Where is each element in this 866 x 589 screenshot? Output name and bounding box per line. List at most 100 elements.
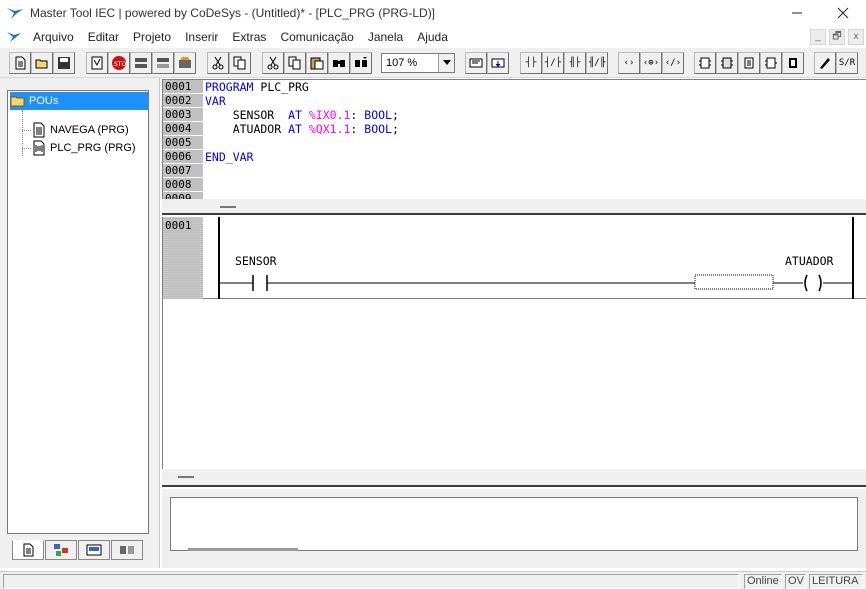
ladder-editor[interactable]: 0001 SENSOR ATUADOR [162,217,866,469]
menu-extras[interactable]: Extras [225,26,273,48]
window-title: Master Tool IEC | powered by CoDeSys - (… [30,6,436,20]
insert-button[interactable] [487,52,509,74]
tree-root-label: POUs [29,95,59,107]
menu-inserir[interactable]: Inserir [178,26,225,48]
cut-button-2[interactable] [262,52,284,74]
code-line[interactable]: ATUADOR AT %QX1.1: BOOL; [205,122,399,136]
box-en-button[interactable] [716,52,738,74]
new-file-button[interactable] [9,52,31,74]
document-window-icon[interactable] [6,29,22,45]
paste-button[interactable] [306,52,328,74]
code-token: END_VAR [205,150,254,164]
tree-connector [22,110,23,156]
jump-button[interactable]: ‹› [618,52,640,74]
output-splitter[interactable] [162,469,866,487]
tree-root-pous[interactable]: POUs [10,92,148,110]
tab-visualizations[interactable] [78,540,110,560]
splitter-grip [220,206,236,208]
login-button[interactable] [130,52,152,74]
chevron-down-icon[interactable] [438,54,454,72]
menu-arquivo[interactable]: Arquivo [26,26,81,48]
find-next-icon [355,57,367,67]
contact-label[interactable]: SENSOR [235,254,277,268]
find-button[interactable] [328,52,350,74]
code-line[interactable]: PROGRAM PLC_PRG [205,80,309,94]
menu-projeto[interactable]: Projeto [126,26,178,48]
folder-open-icon [10,96,25,107]
close-button[interactable] [820,0,866,26]
negated-contact-button[interactable]: ┤/├ [542,52,564,74]
code-token: AT [288,122,302,136]
contact-button[interactable]: ┤├ [520,52,542,74]
code-token: BOOL [357,122,392,136]
tree-item-navega[interactable]: NAVEGA (PRG) [32,122,129,138]
program-button[interactable] [782,52,804,74]
function-button[interactable] [760,52,782,74]
compile-button[interactable] [86,52,108,74]
status-online: Online [744,574,782,589]
coil-symbol[interactable] [804,274,808,292]
zoom-select[interactable]: 107 % [381,53,455,73]
pen-button[interactable] [814,52,836,74]
coil-symbol[interactable] [818,274,822,292]
tab-resources[interactable] [111,540,143,560]
tree-item-label: PLC_PRG (PRG) [50,142,136,154]
function-block-button[interactable] [738,52,760,74]
mdi-minimize-button[interactable]: _ [810,29,826,45]
logout-button[interactable] [152,52,174,74]
coil-button[interactable]: ‹⊕› [640,52,662,74]
code-token: PROGRAM [205,80,254,94]
set-reset-button[interactable]: S/R [836,52,858,74]
save-button[interactable] [53,52,75,74]
parallel-contact-button[interactable]: ╢├ [564,52,586,74]
open-button[interactable] [31,52,53,74]
box-button[interactable] [694,52,716,74]
box-en-icon [721,57,733,69]
horizontal-scrollbar[interactable] [188,548,298,551]
mdi-close-button[interactable]: x [848,29,864,45]
declaration-editor[interactable]: 0001 0002 0003 0004 0005 0006 0007 0008 … [162,79,866,199]
stop-button[interactable]: STOP [108,52,130,74]
code-line[interactable]: SENSOR AT %IX0.1: BOOL; [205,108,399,122]
editor-splitter[interactable] [162,199,866,215]
build-button[interactable] [174,52,196,74]
code-line[interactable]: END_VAR [205,150,253,164]
mdi-restore-button[interactable]: 🗗 [829,29,845,45]
coil-label[interactable]: ATUADOR [785,254,833,268]
zoom-value: 107 % [386,57,418,69]
status-bar: Online OV LEITURA [0,571,866,589]
code-token: SENSOR [205,108,289,122]
line-number: 0005 [163,136,203,150]
code-token: %QX1.1 [301,122,351,136]
message-window[interactable] [170,497,858,551]
code-token: VAR [205,94,226,108]
menu-bar: Arquivo Editar Projeto Inserir Extras Co… [0,26,866,48]
find-icon [333,60,345,67]
negated-coil-button[interactable]: ‹/› [662,52,684,74]
pou-tree[interactable]: POUs NAVEGA (PRG) PLC_PRG (PRG) [7,90,149,534]
tab-pous[interactable] [12,540,44,560]
selection-cursor[interactable] [694,274,774,290]
copy-button-2[interactable] [284,52,306,74]
tree-item-plc-prg[interactable]: PLC_PRG (PRG) [32,140,136,156]
jump-icon: ‹› [623,58,635,68]
stop-icon: STOP [112,56,127,70]
tab-data-types[interactable] [45,540,77,560]
code-token: PLC_PRG [253,80,309,94]
ladder-network[interactable]: 0001 SENSOR ATUADOR [163,217,866,299]
menu-janela[interactable]: Janela [361,26,410,48]
view-button[interactable] [465,52,487,74]
code-token: ; [391,108,399,122]
code-line[interactable]: VAR [205,94,226,108]
menu-editar[interactable]: Editar [81,26,126,48]
app-logo-icon [7,8,23,19]
line-number: 0003 [163,108,203,122]
negated-parallel-contact-button[interactable]: ╢/╟ [586,52,608,74]
copy-button[interactable] [229,52,251,74]
menu-ajuda[interactable]: Ajuda [410,26,455,48]
ld-program-icon [33,140,45,156]
view-icon [469,58,483,68]
cut-button[interactable] [207,52,229,74]
menu-comunicacao[interactable]: Comunicação [273,26,360,48]
find-next-button[interactable] [350,52,372,74]
